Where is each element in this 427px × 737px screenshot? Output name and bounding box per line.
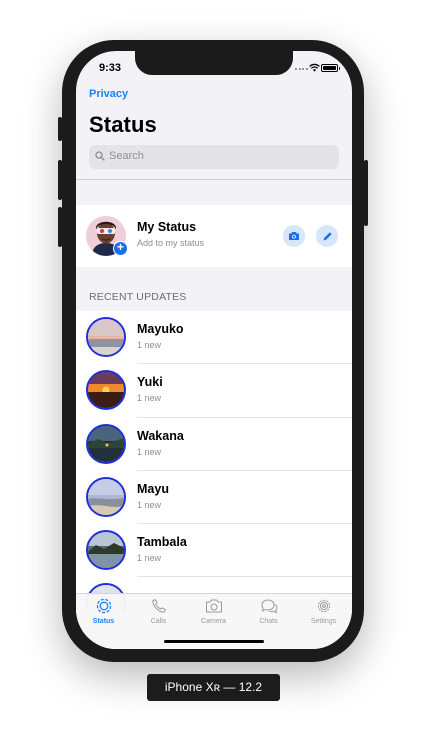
tab-label: Camera: [201, 618, 226, 625]
volume-down-button: [58, 207, 62, 247]
battery-icon: [321, 64, 340, 72]
camera-icon: [289, 232, 299, 240]
status-list-item[interactable]: Mayu 1 new: [76, 471, 352, 525]
notch: [135, 51, 293, 75]
volume-up-button: [58, 160, 62, 200]
status-thumbnail: [86, 317, 126, 357]
wifi-icon: [309, 63, 320, 72]
tab-calls[interactable]: Calls: [131, 598, 186, 625]
status-list-item[interactable]: Wakana 1 new: [76, 418, 352, 471]
status-time: 9:33: [99, 62, 122, 74]
tab-label: Calls: [150, 618, 167, 625]
update-count: 1 new: [137, 499, 162, 510]
tab-status[interactable]: Status: [76, 598, 131, 625]
gear-icon: [317, 599, 330, 613]
edit-text-status-button[interactable]: [316, 225, 338, 247]
camera-icon: [205, 599, 222, 613]
status-thumbnail: [86, 423, 126, 464]
contact-name: Mayu: [137, 481, 169, 496]
status-list-item[interactable]: Yuki 1 new: [76, 364, 352, 418]
my-avatar[interactable]: +: [86, 216, 128, 256]
search-placeholder: Search: [109, 150, 144, 162]
contact-name: Tambala: [137, 535, 187, 550]
header-divider: [76, 179, 352, 180]
update-count: 1 new: [137, 393, 162, 404]
status-list-item[interactable]: Tambala 1 new: [76, 524, 352, 578]
power-button: [364, 160, 368, 226]
status-icon: [96, 598, 111, 614]
status-thumbnail: [86, 530, 126, 571]
page-title: Status: [89, 112, 157, 137]
recent-updates-list: Mayuko 1 new Yuki 1 new Wakana 1 new May…: [76, 311, 352, 611]
update-count: 1 new: [137, 340, 162, 350]
chat-bubbles-icon: [260, 599, 278, 614]
tab-camera[interactable]: Camera: [186, 598, 241, 625]
update-count: 1 new: [137, 446, 162, 457]
status-thumbnail: [86, 370, 126, 411]
contact-name: Mayuko: [137, 322, 184, 336]
tab-chats[interactable]: Chats: [241, 598, 296, 625]
contact-name: Yuki: [137, 375, 163, 390]
search-input[interactable]: Search: [89, 145, 339, 169]
contact-name: Wakana: [137, 428, 184, 443]
status-list-item[interactable]: Mayuko 1 new: [76, 311, 352, 365]
my-status-subtitle: Add to my status: [137, 238, 205, 248]
tab-label: Chats: [259, 618, 278, 625]
tab-settings[interactable]: Settings: [296, 598, 351, 625]
add-status-icon[interactable]: +: [113, 241, 128, 256]
phone-screen: 9:33 Privacy Status Search + My Status A…: [76, 51, 352, 649]
privacy-link[interactable]: Privacy: [89, 88, 128, 100]
my-status-title: My Status: [137, 220, 197, 234]
phone-icon: [151, 599, 166, 613]
search-icon: [95, 151, 105, 161]
pencil-icon: [323, 231, 332, 240]
mute-switch: [58, 117, 62, 141]
my-status-row[interactable]: + My Status Add to my status: [76, 205, 352, 267]
recent-updates-header: RECENT UPDATES: [89, 291, 187, 303]
tab-label: Status: [92, 618, 115, 625]
tab-label: Settings: [310, 618, 337, 625]
status-thumbnail: [86, 476, 126, 517]
cellular-signal-icon: [295, 68, 308, 70]
home-indicator[interactable]: [164, 640, 264, 643]
device-label: iPhone Xʀ — 12.2: [147, 674, 280, 701]
camera-button[interactable]: [283, 225, 305, 247]
update-count: 1 new: [137, 553, 162, 564]
